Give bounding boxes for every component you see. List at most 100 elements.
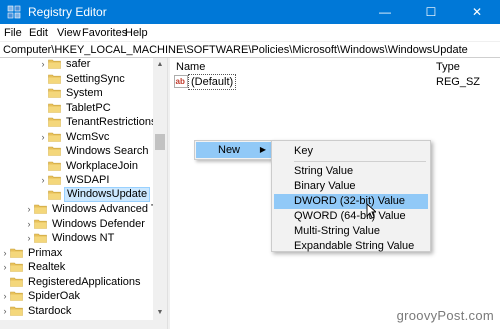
chevron-right-icon[interactable]: › <box>0 290 10 302</box>
submenu-separator <box>294 161 426 162</box>
folder-icon <box>10 248 23 258</box>
folder-icon <box>10 262 23 272</box>
tree-item-label: WSDAPI <box>66 174 110 186</box>
menu-help[interactable]: Help <box>125 26 148 40</box>
folder-icon <box>10 306 23 316</box>
submenu-item-label: Binary Value <box>294 180 356 192</box>
maximize-button[interactable]: ☐ <box>408 0 454 24</box>
tree-item-label: TenantRestrictions <box>66 116 157 128</box>
tree-item-label: safer <box>66 58 91 70</box>
tree-item-label: Windows NT <box>52 232 115 244</box>
folder-icon <box>34 219 47 229</box>
submenu-item[interactable]: QWORD (64-bit) Value <box>274 209 428 224</box>
registry-editor-icon <box>7 5 21 19</box>
folder-icon <box>48 103 61 113</box>
tree-item-label: Stardock <box>28 304 72 317</box>
window-title: Registry Editor <box>28 5 107 19</box>
tree-item-label: RegisteredApplications <box>28 275 141 288</box>
chevron-right-icon[interactable]: › <box>24 218 34 230</box>
chevron-right-icon[interactable]: › <box>0 261 10 273</box>
column-header-type[interactable]: Type <box>436 60 460 74</box>
tree-item-label: Primax <box>28 246 63 259</box>
string-value-icon: ab <box>174 75 188 88</box>
folder-icon <box>10 291 23 301</box>
folder-icon <box>48 59 61 69</box>
folder-icon <box>10 277 23 287</box>
submenu-item-label: Key <box>294 145 313 157</box>
menu-file[interactable]: File <box>4 26 22 40</box>
submenu-item-label: String Value <box>294 165 354 177</box>
tree-item-label: Windows Search <box>66 145 149 157</box>
registry-key-tree[interactable]: › safer SettingSync System TabletPC TenantRes… <box>0 58 167 320</box>
value-name[interactable]: (Default) <box>188 74 237 90</box>
tree-item-label: Realtek <box>28 261 66 273</box>
context-menu: New ▶ <box>194 140 274 160</box>
submenu-item[interactable]: Expandable String Value <box>274 239 428 254</box>
folder-icon <box>34 204 47 214</box>
menu-edit[interactable]: Edit <box>29 26 48 40</box>
chevron-right-icon[interactable]: › <box>38 58 48 70</box>
submenu-item-label: Multi-String Value <box>294 225 380 237</box>
context-menu-new[interactable]: New ▶ <box>196 142 272 158</box>
tree-item-label: TabletPC <box>66 101 111 114</box>
mouse-cursor-icon <box>366 203 376 219</box>
submenu-item-label: DWORD (32-bit) Value <box>294 195 406 207</box>
tree-item-label: Windows Advanced Threa <box>52 203 167 215</box>
chevron-right-icon[interactable]: › <box>0 305 10 317</box>
tree-item-label: System <box>66 87 103 99</box>
value-row[interactable]: ab (Default) REG_SZ <box>174 74 494 90</box>
folder-icon <box>48 74 61 84</box>
tree-horizontal-scrollbar[interactable] <box>0 320 167 329</box>
scrollbar-thumb[interactable] <box>155 134 165 150</box>
tree-vertical-scrollbar[interactable]: ▲ ▼ <box>153 58 167 320</box>
close-button[interactable]: ✕ <box>454 0 500 24</box>
chevron-right-icon[interactable]: › <box>0 247 10 259</box>
submenu-item[interactable]: Binary Value <box>274 179 428 194</box>
tree-item-label: Windows Defender <box>52 217 145 230</box>
watermark: groovyPost.com <box>396 308 494 323</box>
folder-icon <box>48 161 61 171</box>
minimize-button[interactable]: — <box>362 0 408 24</box>
tree-item-label: SpiderOak <box>28 290 80 302</box>
folder-icon <box>34 233 47 243</box>
folder-icon <box>48 175 61 185</box>
address-path: Computer\HKEY_LOCAL_MACHINE\SOFTWARE\Pol… <box>3 44 468 56</box>
chevron-right-icon[interactable]: › <box>38 174 48 186</box>
submenu-item[interactable]: DWORD (32-bit) Value <box>274 194 428 209</box>
folder-icon <box>48 88 61 98</box>
value-type: REG_SZ <box>436 76 481 88</box>
tree-item-label: WindowsUpdate <box>64 186 151 202</box>
column-header-name[interactable]: Name <box>176 60 205 74</box>
address-bar[interactable]: Computer\HKEY_LOCAL_MACHINE\SOFTWARE\Pol… <box>0 42 500 58</box>
tree-item-label: WcmSvc <box>66 130 110 143</box>
title-bar: Registry Editor — ☐ ✕ <box>0 0 500 24</box>
folder-icon <box>48 190 61 200</box>
tree-item-label: SettingSync <box>66 72 125 85</box>
submenu-item[interactable]: Key <box>274 144 428 159</box>
scroll-down-arrow-icon[interactable]: ▼ <box>153 306 167 320</box>
menu-favorites[interactable]: Favorites <box>82 26 127 40</box>
menu-bar: File Edit View Favorites Help <box>0 24 500 42</box>
tree-item-label: WorkplaceJoin <box>66 159 138 172</box>
chevron-right-icon[interactable]: › <box>24 232 34 244</box>
chevron-right-icon[interactable]: › <box>24 203 34 215</box>
menu-view[interactable]: View <box>57 26 81 40</box>
submenu-item[interactable]: Multi-String Value <box>274 224 428 239</box>
new-label: New <box>218 144 241 156</box>
submenu-arrow-icon: ▶ <box>259 145 266 154</box>
scroll-up-arrow-icon[interactable]: ▲ <box>153 58 167 72</box>
submenu-item-label: QWORD (64-bit) Value <box>294 210 406 222</box>
svg-text:ab: ab <box>176 77 185 86</box>
folder-icon <box>48 132 61 142</box>
folder-icon <box>48 146 61 156</box>
submenu-item[interactable]: String Value <box>274 164 428 179</box>
submenu-item-label: Expandable String Value <box>294 240 415 252</box>
chevron-right-icon[interactable]: › <box>38 131 48 143</box>
